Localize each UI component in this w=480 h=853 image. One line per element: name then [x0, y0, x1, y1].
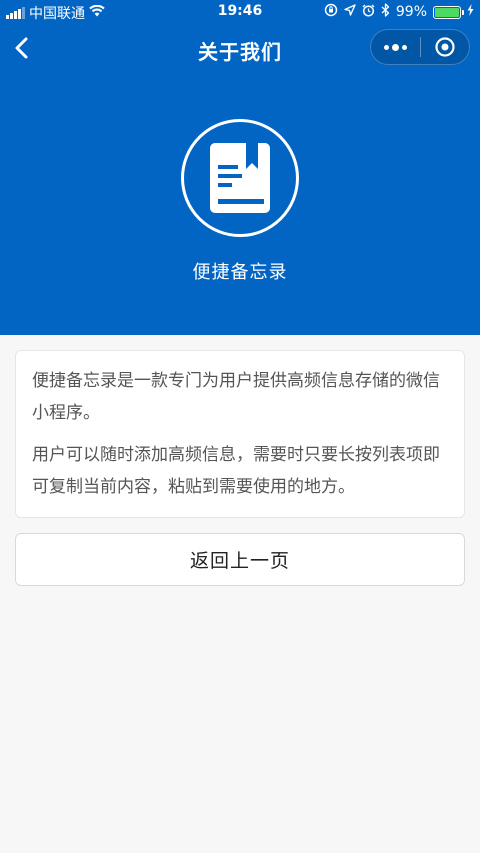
alarm-icon: [362, 4, 375, 21]
close-target-icon: [435, 37, 455, 57]
app-name: 便捷备忘录: [192, 262, 288, 283]
location-arrow-icon: [344, 4, 356, 20]
close-button[interactable]: [421, 30, 469, 64]
about-card: 便捷备忘录是一款专门为用户提供高频信息存储的微信小程序。 用户可以随时添加高频信…: [15, 350, 465, 518]
about-paragraph: 用户可以随时添加高频信息，需要时只要长按列表项即可复制当前内容，粘贴到需要使用的…: [32, 445, 440, 497]
more-button[interactable]: [371, 30, 420, 64]
battery-percent: 99%: [395, 4, 427, 20]
back-to-previous-page-button[interactable]: 返回上一页: [15, 533, 465, 586]
about-paragraph: 便捷备忘录是一款专门为用户提供高频信息存储的微信小程序。: [32, 371, 440, 423]
app-logo: [181, 119, 299, 237]
charging-icon: [467, 4, 474, 20]
mini-program-capsule: [370, 29, 470, 65]
status-bar: 中国联通 19:46 99%: [0, 0, 480, 24]
nav-bar: 关于我们: [0, 24, 480, 72]
bluetooth-icon: [381, 3, 390, 21]
book-icon: [210, 143, 270, 213]
battery-icon: [433, 5, 464, 19]
header-banner: 中国联通 19:46 99% 关于我们 便捷备忘录: [0, 0, 480, 335]
lock-rotation-icon: [324, 3, 338, 21]
